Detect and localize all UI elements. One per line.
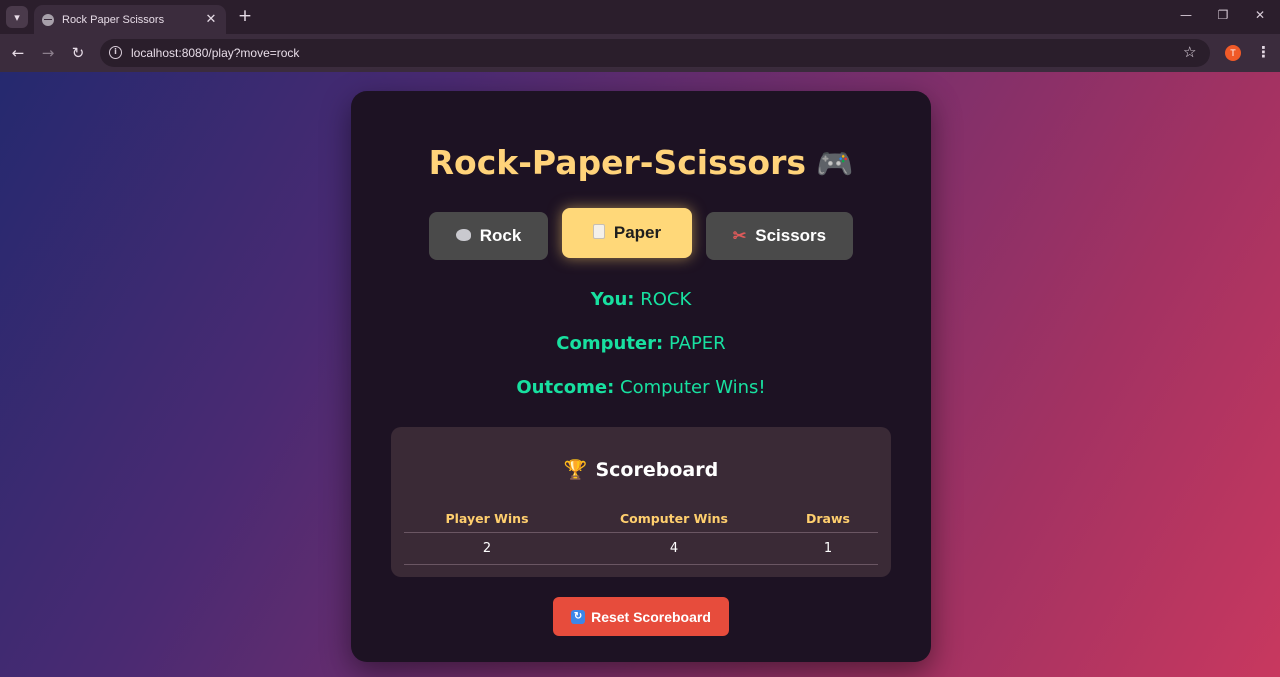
computer-move-value: PAPER <box>668 333 726 354</box>
scissors-button[interactable]: ✂ Scissors <box>706 212 853 260</box>
new-tab-icon[interactable]: + <box>236 7 254 25</box>
address-bar[interactable]: i localhost:8080/play?move=rock ☆ <box>100 39 1210 67</box>
close-tab-icon[interactable]: ✕ <box>204 12 218 27</box>
player-move-label: You: <box>590 289 635 310</box>
computer-move-label: Computer: <box>556 333 664 354</box>
gamepad-icon: 🎮 <box>815 147 854 182</box>
paper-button-label: Paper <box>613 223 662 242</box>
browser-tab[interactable]: Rock Paper Scissors ✕ <box>34 5 226 34</box>
tab-search-dropdown-icon[interactable]: ▾ <box>6 6 28 28</box>
forward-arrow-icon[interactable]: → <box>38 43 58 63</box>
scissors-icon: ✂ <box>732 228 747 245</box>
globe-icon <box>42 13 54 26</box>
table-row: 2 4 1 <box>404 532 878 565</box>
profile-avatar[interactable]: T <box>1225 45 1241 61</box>
tab-title: Rock Paper Scissors <box>62 13 165 26</box>
bookmark-star-icon[interactable]: ☆ <box>1183 43 1196 61</box>
scoreboard-table: Player Wins Computer Wins Draws 2 4 1 <box>404 505 878 565</box>
minimize-icon[interactable]: — <box>1176 8 1196 22</box>
rock-icon <box>455 228 471 245</box>
browser-toolbar: ← → ↻ i localhost:8080/play?move=rock ☆ … <box>0 34 1280 72</box>
player-move-value: ROCK <box>640 289 692 310</box>
back-arrow-icon[interactable]: ← <box>8 43 28 63</box>
header-draws: Draws <box>778 505 878 533</box>
restore-icon[interactable]: ❐ <box>1213 8 1233 22</box>
browser-tab-bar: ▾ Rock Paper Scissors ✕ + — ❐ ✕ <box>0 0 1280 34</box>
page-background: Rock-Paper-Scissors 🎮 Rock Paper ✂ Scisso… <box>0 72 1280 677</box>
table-header-row: Player Wins Computer Wins Draws <box>404 505 878 533</box>
reset-button-label: Reset Scoreboard <box>591 608 711 625</box>
scoreboard-title-text: Scoreboard <box>595 459 719 481</box>
computer-move-result: Computer: PAPER <box>351 333 931 354</box>
player-wins-value: 2 <box>404 532 570 565</box>
outcome-value: Computer Wins! <box>620 377 766 398</box>
outcome-result: Outcome: Computer Wins! <box>351 377 931 398</box>
reset-scoreboard-button[interactable]: ↻ Reset Scoreboard <box>553 597 729 636</box>
header-computer-wins: Computer Wins <box>570 505 778 533</box>
scissors-button-label: Scissors <box>755 226 827 245</box>
computer-wins-value: 4 <box>570 532 778 565</box>
browser-menu-icon[interactable]: ⋮ <box>1256 43 1271 61</box>
trophy-icon: 🏆 <box>563 459 588 481</box>
outcome-label: Outcome: <box>516 377 615 398</box>
scoreboard-panel: 🏆 Scoreboard Player Wins Computer Wins Dr… <box>391 427 891 577</box>
paper-icon <box>592 223 605 243</box>
rock-button-label: Rock <box>479 226 522 245</box>
refresh-icon: ↻ <box>571 609 586 624</box>
rock-button[interactable]: Rock <box>429 212 548 260</box>
header-player-wins: Player Wins <box>404 505 570 533</box>
draws-value: 1 <box>778 532 878 565</box>
game-card: Rock-Paper-Scissors 🎮 Rock Paper ✂ Scisso… <box>351 91 931 662</box>
page-title: Rock-Paper-Scissors 🎮 <box>351 143 931 182</box>
site-info-icon[interactable]: i <box>109 46 122 59</box>
url-text[interactable]: localhost:8080/play?move=rock <box>131 46 299 60</box>
scoreboard-title: 🏆 Scoreboard <box>391 458 891 481</box>
player-move-result: You: ROCK <box>351 289 931 310</box>
paper-button[interactable]: Paper <box>562 208 692 258</box>
reload-icon[interactable]: ↻ <box>68 43 88 63</box>
window-close-icon[interactable]: ✕ <box>1250 8 1270 22</box>
title-text: Rock-Paper-Scissors <box>428 143 806 182</box>
